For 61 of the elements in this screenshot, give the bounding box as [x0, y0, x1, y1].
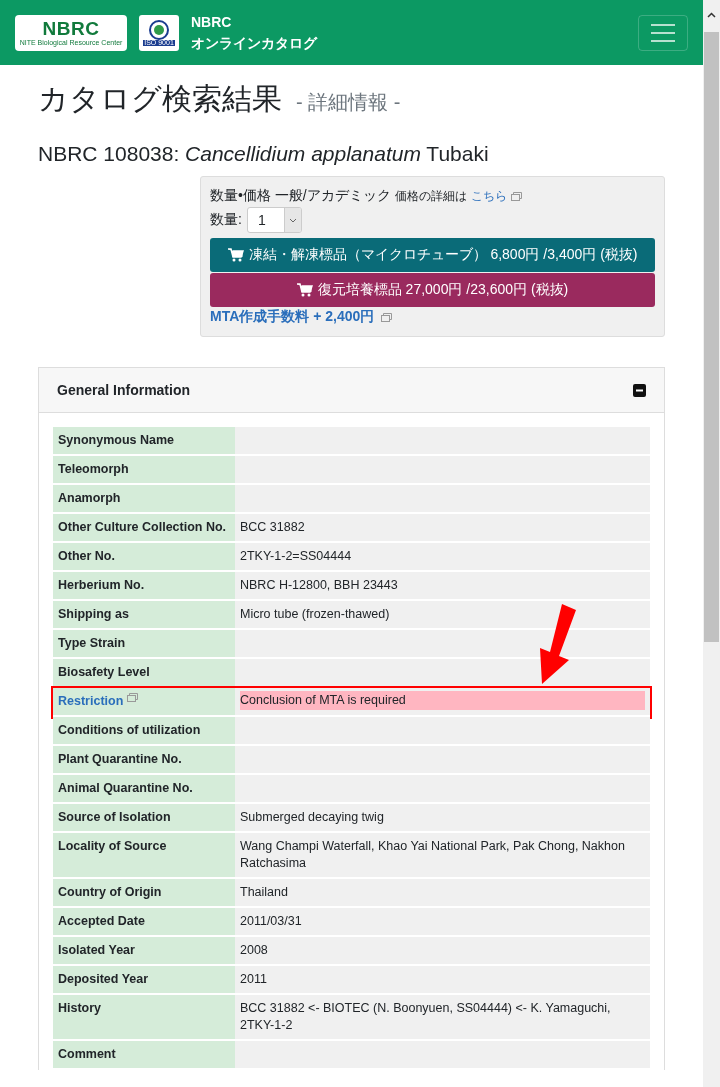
field-label: Comment [58, 1046, 116, 1063]
cart-icon [296, 283, 313, 297]
collapse-icon[interactable] [633, 383, 646, 397]
field-label: Teleomorph [58, 461, 129, 478]
site-subtitle: オンラインカタログ [191, 33, 317, 53]
scrollbar[interactable] [703, 0, 720, 1087]
site-name: NBRC [191, 12, 233, 32]
field-label: Animal Quarantine No. [58, 780, 193, 797]
field-value: 2008 [240, 943, 268, 957]
card-title: General Information [57, 382, 191, 398]
field-value: Wang Champi Waterfall, Khao Yai National Park, Pak Chong, Nakhon Ratchasima [240, 839, 625, 870]
mta-fee-link[interactable]: MTA作成手数料 + 2,400円 [210, 308, 375, 326]
field-label: Country of Origin [58, 884, 162, 901]
field-label: Shipping as [58, 606, 129, 623]
menu-button[interactable] [638, 14, 688, 51]
strain-heading: NBRC 108038: Cancellidium applanatum Tubaki [38, 142, 490, 166]
price-details-link[interactable]: こちら [470, 187, 507, 205]
field-label: Synonymous Name [58, 432, 174, 449]
page-subtitle: - 詳細情報 - [296, 90, 401, 115]
globe-icon [149, 19, 169, 40]
cart-icon [227, 248, 244, 262]
field-value: BCC 31882 [240, 520, 305, 534]
field-value: Thailand [240, 885, 288, 899]
field-label: Accepted Date [58, 913, 145, 930]
field-value: Micro tube (frozen-thawed) [240, 607, 390, 621]
field-label: Deposited Year [58, 971, 149, 988]
field-label: Type Strain [58, 635, 126, 652]
field-label: Isolated Year [58, 942, 135, 959]
new-window-icon [381, 312, 393, 322]
quantity-label: 数量: [210, 211, 242, 229]
add-to-cart-button[interactable]: 凍結・解凍標品（マイクロチューブ） 6,800円 /3,400円 (税抜) [210, 238, 655, 272]
field-label: Locality of Source [58, 838, 167, 855]
field-label: Conditions of utilization [58, 722, 201, 739]
logo-text: NBRC [42, 18, 100, 39]
quantity-select[interactable]: 1 [246, 207, 302, 233]
field-value: NBRC H-12800, BBH 23443 [240, 578, 398, 592]
card-header[interactable]: General Information [39, 368, 664, 413]
price-heading: 数量•価格 一般/アカデミック [210, 187, 391, 205]
chevron-icon [288, 217, 297, 223]
add-to-cart-button[interactable]: 復元培養標品 27,000円 /23,600円 (税抜) [210, 273, 655, 307]
scroll-up-icon [707, 12, 716, 18]
field-label: Other No. [58, 548, 115, 565]
price-note: 価格の詳細は [394, 187, 467, 205]
page-title: カタログ検索結果 [38, 81, 282, 117]
field-value: 2011 [240, 972, 267, 986]
new-window-icon [127, 693, 139, 702]
field-label: Anamorph [58, 490, 121, 507]
field-label: Plant Quarantine No. [58, 751, 182, 768]
field-value: 2011/03/31 [240, 914, 302, 928]
field-label: Source of Isolation [58, 809, 171, 826]
field-value: BCC 31882 <- BIOTEC (N. Boonyuen, SS04444) <- K. Yamaguchi, 2TKY-1-2 [240, 1001, 611, 1032]
field-label: Herberium No. [58, 577, 145, 594]
field-label: Biosafety Level [58, 664, 150, 681]
field-value: Submerged decaying twig [240, 810, 384, 824]
field-label: History [58, 1000, 102, 1017]
field-value: 2TKY-1-2=SS04444 [240, 549, 352, 563]
field-label: Other Culture Collection No. [58, 519, 227, 536]
new-window-icon [510, 191, 522, 201]
menu-icon [651, 23, 675, 42]
field-value: Conclusion of MTA is required [240, 691, 645, 710]
restriction-link[interactable]: Restriction [58, 693, 124, 710]
